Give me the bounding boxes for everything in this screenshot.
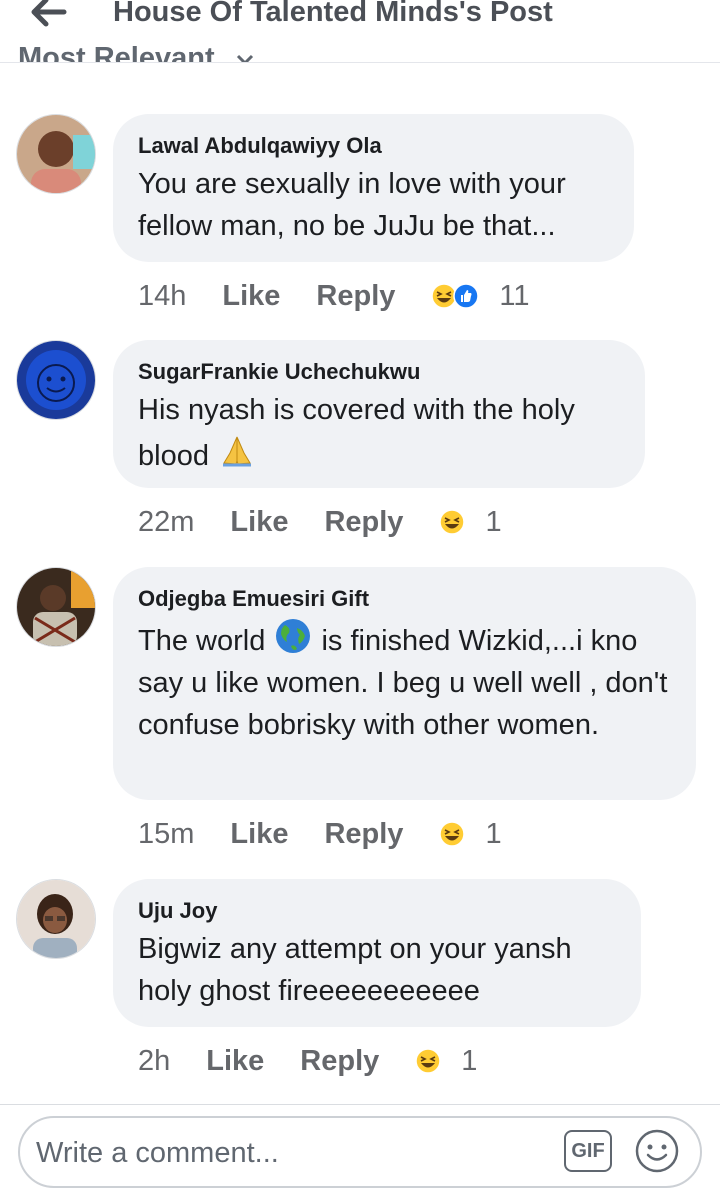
- reply-button[interactable]: Reply: [324, 506, 403, 539]
- avatar[interactable]: [16, 114, 96, 194]
- comment-text: You are sexually in love with your fello…: [138, 168, 566, 242]
- comment-input[interactable]: [34, 1128, 558, 1178]
- comment-author[interactable]: Odjegba Emuesiri Gift: [138, 584, 670, 614]
- reply-button[interactable]: Reply: [316, 280, 395, 313]
- laughing-emoji-icon: [439, 509, 466, 535]
- back-button[interactable]: [24, 0, 74, 30]
- sort-dropdown[interactable]: Most Relevant: [18, 42, 215, 62]
- comment-time[interactable]: 22m: [138, 506, 194, 539]
- post-comments-page: House Of Talented Minds's Post Most Rele…: [0, 0, 720, 1197]
- comment-text-content: His nyash is covered with the holy blood: [138, 394, 575, 472]
- reaction-summary[interactable]: [415, 1048, 442, 1074]
- comment-composer: GIF: [18, 1116, 702, 1188]
- back-arrow-icon: [31, 0, 67, 27]
- like-button[interactable]: Like: [230, 506, 288, 539]
- reaction-count[interactable]: 11: [499, 280, 529, 313]
- like-button[interactable]: Like: [206, 1045, 264, 1078]
- comment-time[interactable]: 15m: [138, 818, 194, 851]
- reaction-summary[interactable]: [431, 283, 480, 309]
- laughing-emoji-icon: [439, 821, 466, 847]
- reaction-summary[interactable]: [439, 821, 466, 847]
- comment-meta: 2h Like Reply 1: [138, 1041, 477, 1081]
- comment-bubble: Uju Joy Bigwiz any attempt on your yansh…: [113, 879, 641, 1027]
- comment-bubble: SugarFrankie Uchechukwu His nyash is cov…: [113, 340, 645, 488]
- avatar[interactable]: [16, 567, 96, 647]
- reply-button[interactable]: Reply: [300, 1045, 379, 1078]
- thumbs-up-icon: [453, 283, 480, 309]
- reaction-count[interactable]: 1: [461, 1045, 477, 1078]
- reaction-count[interactable]: 1: [485, 818, 501, 851]
- globe-emoji-icon: [276, 619, 311, 653]
- comment-text: His nyash is covered with the holy blood: [138, 389, 619, 477]
- comment-bubble: Lawal Abdulqawiyy Ola You are sexually i…: [113, 114, 634, 262]
- comment-bubble: Odjegba Emuesiri Gift The world is finis…: [113, 567, 696, 800]
- comment-author[interactable]: Lawal Abdulqawiyy Ola: [138, 131, 608, 161]
- avatar[interactable]: [16, 879, 96, 959]
- comment-text: The world is finished Wizkid,...i kno sa…: [138, 616, 670, 746]
- avatar[interactable]: [16, 340, 96, 420]
- comment-text-first: The world: [138, 625, 266, 657]
- comment-time[interactable]: 14h: [138, 280, 186, 313]
- like-button[interactable]: Like: [222, 280, 280, 313]
- laughing-emoji-icon: [415, 1048, 442, 1074]
- comment-time[interactable]: 2h: [138, 1045, 170, 1078]
- comment-author[interactable]: Uju Joy: [138, 896, 615, 926]
- top-bar: House Of Talented Minds's Post Most Rele…: [0, 0, 720, 63]
- like-button[interactable]: Like: [230, 818, 288, 851]
- comment-meta: 22m Like Reply 1: [138, 502, 502, 542]
- comment-author[interactable]: SugarFrankie Uchechukwu: [138, 357, 619, 387]
- composer-divider: [0, 1104, 720, 1105]
- reaction-count[interactable]: 1: [485, 506, 501, 539]
- comment-text: Bigwiz any attempt on your yansh holy gh…: [138, 933, 572, 1007]
- gif-button[interactable]: GIF: [564, 1130, 612, 1172]
- emoji-picker-icon[interactable]: [634, 1128, 680, 1174]
- comment-meta: 14h Like Reply 11: [138, 276, 530, 316]
- reaction-summary[interactable]: [439, 509, 466, 535]
- page-title: House Of Talented Minds's Post: [113, 0, 553, 28]
- reply-button[interactable]: Reply: [324, 818, 403, 851]
- comment-meta: 15m Like Reply 1: [138, 814, 502, 854]
- chevron-down-icon: [236, 54, 254, 62]
- folded-hands-emoji-icon: [223, 436, 252, 467]
